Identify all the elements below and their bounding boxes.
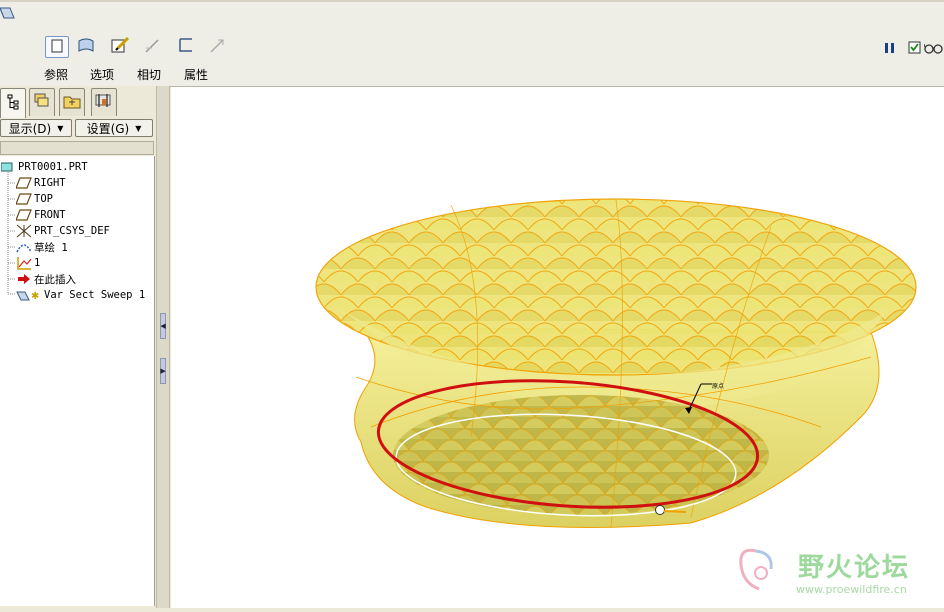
reference-tab-label[interactable]: 参照 <box>44 66 68 83</box>
graphics-window[interactable]: 原点 野火论坛 www.proewildfire.cn <box>171 87 944 608</box>
tangency-icon <box>110 36 130 58</box>
sketch-icon <box>16 240 32 254</box>
tree-item-label: PRT0001.PRT <box>18 161 88 173</box>
datum-plane-icon <box>16 176 32 190</box>
tree-item-graph[interactable]: 1 <box>16 255 40 271</box>
csys-icon <box>16 224 32 238</box>
pause-icon <box>883 40 897 59</box>
options-tab-button[interactable] <box>74 36 98 58</box>
favorites-tab-icon <box>93 91 115 115</box>
navigator-panel: 显示(D) ▼ 设置(G) ▼ PRT0001.PRT RIGHT TOP FRON… <box>0 86 158 608</box>
tree-item-var-sect-sweep[interactable]: ✱ Var Sect Sweep 1 <box>16 287 145 303</box>
model-tree-tab-icon <box>5 93 21 115</box>
var-sect-sweep-icon: ✱ <box>16 288 42 302</box>
reference-tab-button[interactable] <box>45 36 69 58</box>
tree-item-label: Var Sect Sweep 1 <box>44 289 146 301</box>
verify-button[interactable] <box>908 40 922 54</box>
insert-here-arrow-icon <box>16 272 32 286</box>
var-sect-sweep-feature-icon <box>0 6 16 30</box>
expand-right-arrow-icon[interactable]: ▶ <box>160 358 166 384</box>
properties-icon <box>178 37 194 57</box>
sketch-tool-button[interactable] <box>140 36 164 58</box>
datum-plane-icon <box>16 208 32 222</box>
watermark-logo-icon <box>731 543 781 593</box>
show-menu-button[interactable]: 显示(D) ▼ <box>0 119 72 137</box>
chevron-down-icon: ▼ <box>135 123 142 133</box>
folder-browser-tab[interactable] <box>59 88 85 116</box>
model-tree[interactable]: PRT0001.PRT RIGHT TOP FRONT PRT_CSYS_DEF… <box>0 156 155 606</box>
reference-icon <box>50 38 64 57</box>
tangency-tab-button[interactable] <box>108 36 132 58</box>
properties-tab-button[interactable] <box>174 36 198 58</box>
preview-glasses-icon <box>923 40 944 59</box>
folder-browser-tab-icon <box>62 92 82 114</box>
tree-item-label: 1 <box>34 257 41 269</box>
graph-icon <box>16 256 32 270</box>
tree-item-sketch[interactable]: 草绘 1 <box>16 239 68 255</box>
tree-item-label: RIGHT <box>34 177 66 189</box>
settings-menu-button[interactable]: 设置(G) ▼ <box>75 119 153 137</box>
tree-item-csys[interactable]: PRT_CSYS_DEF <box>16 223 110 239</box>
tree-item-insert-here[interactable]: 在此插入 <box>16 271 76 287</box>
dimension-icon <box>208 36 226 58</box>
properties-tab-label[interactable]: 属性 <box>184 66 208 83</box>
tree-item-top[interactable]: TOP <box>16 191 53 207</box>
sketch-line-icon <box>143 36 161 58</box>
tree-item-front[interactable]: FRONT <box>16 207 66 223</box>
tangency-tab-label[interactable]: 相切 <box>137 66 161 83</box>
panel-splitter[interactable]: ◀ ▶ <box>156 86 170 608</box>
model-render <box>315 198 917 528</box>
tree-item-label: PRT_CSYS_DEF <box>34 225 110 237</box>
model-tree-tab[interactable] <box>0 88 26 118</box>
tree-item-label: 在此插入 <box>34 273 76 286</box>
collapse-left-arrow-icon[interactable]: ◀ <box>160 313 166 339</box>
watermark-title: 野火论坛 <box>798 553 911 583</box>
tree-item-part[interactable]: PRT0001.PRT <box>0 159 88 175</box>
svg-text:✱: ✱ <box>31 291 39 302</box>
tree-item-label: TOP <box>34 193 53 205</box>
options-tab-label[interactable]: 选项 <box>90 66 114 83</box>
dimension-tool-button[interactable] <box>205 36 229 58</box>
show-menu-label: 显示(D) <box>8 121 52 136</box>
verify-checkbox-icon <box>908 40 922 59</box>
layers-tab-icon <box>32 92 52 114</box>
settings-menu-label: 设置(G) <box>86 121 130 136</box>
part-icon <box>0 160 16 174</box>
tree-item-right[interactable]: RIGHT <box>16 175 66 191</box>
pause-button[interactable] <box>883 40 897 54</box>
yellow-bowl-surface <box>315 198 917 528</box>
tree-item-label: FRONT <box>34 209 66 221</box>
tree-column-header <box>0 141 154 155</box>
watermark-url: www.proewildfire.cn <box>796 583 907 596</box>
feature-dashboard: 参照 选项 相切 属性 <box>0 0 944 87</box>
origin-annotation: 原点 <box>712 383 725 390</box>
layers-tab[interactable] <box>29 88 55 116</box>
tree-item-label: 草绘 1 <box>34 241 68 254</box>
datum-plane-icon <box>16 192 32 206</box>
favorites-tab[interactable] <box>91 88 117 116</box>
preview-button[interactable] <box>923 40 944 54</box>
options-icon <box>77 37 95 57</box>
chevron-down-icon: ▼ <box>57 123 64 133</box>
